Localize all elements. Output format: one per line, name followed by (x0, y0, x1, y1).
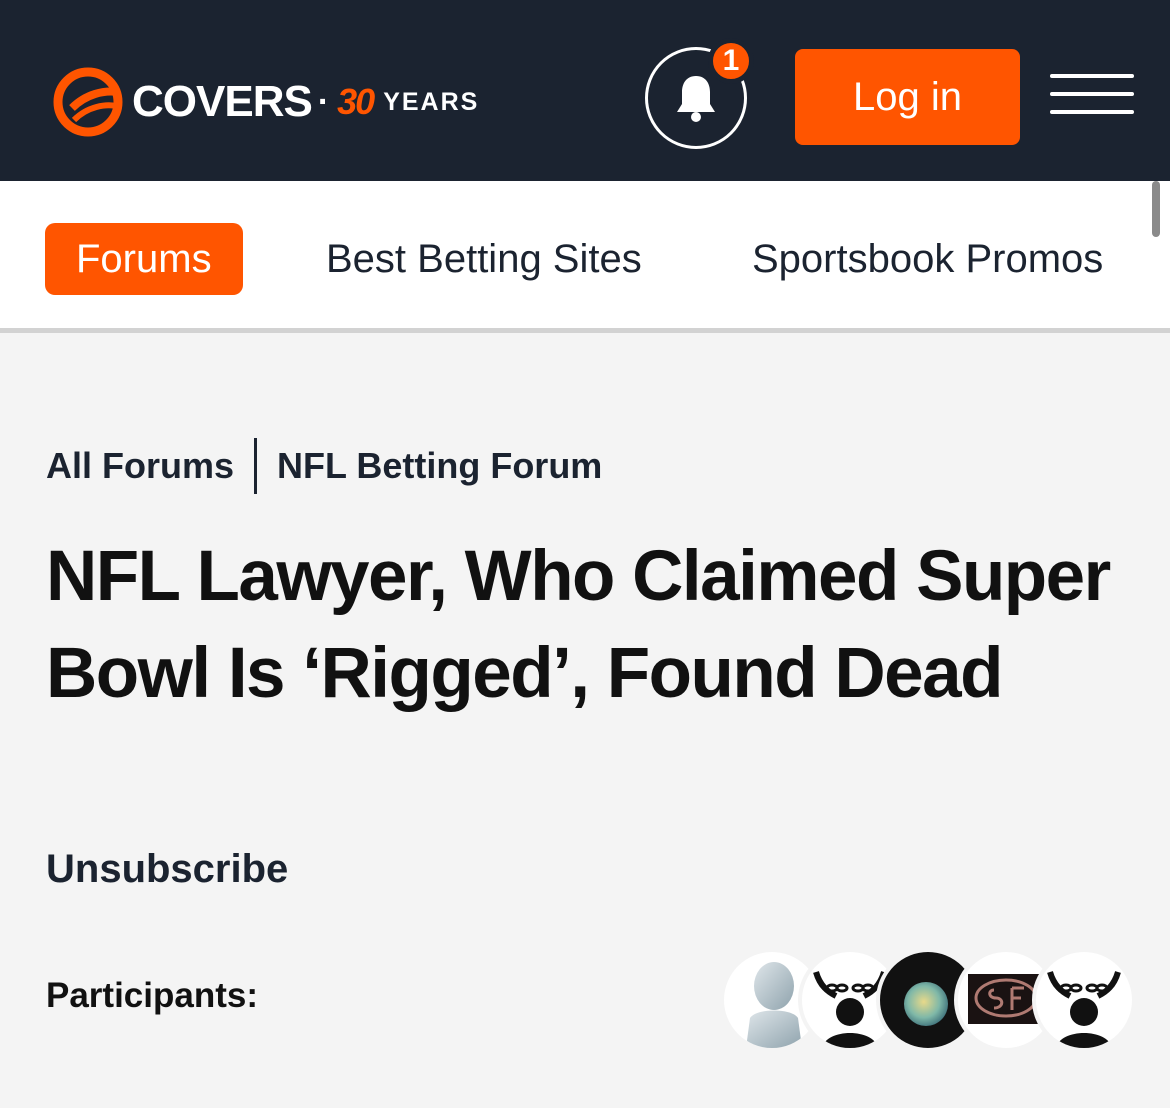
nav-item-best-betting-sites[interactable]: Best Betting Sites (326, 223, 642, 295)
covers-logo[interactable]: COVERS · 30 YEARS (52, 62, 479, 142)
nav-scrollbar[interactable] (1152, 181, 1160, 237)
hamburger-menu-icon[interactable] (1050, 70, 1134, 116)
logo-separator: · (317, 82, 330, 121)
covers-ball-icon (53, 67, 123, 137)
logo-wordmark: COVERS (132, 77, 313, 126)
logo-years-text: YEARS (383, 87, 480, 116)
unsubscribe-link[interactable]: Unsubscribe (46, 847, 288, 892)
participants-label: Participants: (46, 976, 258, 1015)
logo-anniversary-mark: 30 (337, 81, 375, 122)
breadcrumb: All Forums NFL Betting Forum (46, 438, 602, 494)
breadcrumb-divider (254, 438, 258, 494)
nav-item-forums[interactable]: Forums (45, 223, 243, 295)
login-button[interactable]: Log in (795, 49, 1020, 145)
site-header: COVERS · 30 YEARS 1 Log in (0, 0, 1170, 181)
breadcrumb-nfl-betting-forum[interactable]: NFL Betting Forum (277, 445, 602, 487)
breadcrumb-all-forums[interactable]: All Forums (46, 445, 234, 487)
secondary-nav: Forums Best Betting Sites Sportsbook Pro… (0, 181, 1170, 333)
page: COVERS · 30 YEARS 1 Log in Forums Best B… (0, 0, 1170, 1108)
thread-title: NFL Lawyer, Who Claimed Super Bowl Is ‘R… (46, 537, 1111, 713)
broken-chains-silhouette-avatar (1047, 971, 1121, 1048)
nav-item-sportsbook-promos[interactable]: Sportsbook Promos (752, 223, 1103, 295)
notification-count-badge: 1 (708, 38, 754, 84)
participant-avatars (720, 948, 1136, 1052)
participant-avatar-5[interactable] (1032, 948, 1136, 1052)
bell-icon (677, 76, 715, 122)
